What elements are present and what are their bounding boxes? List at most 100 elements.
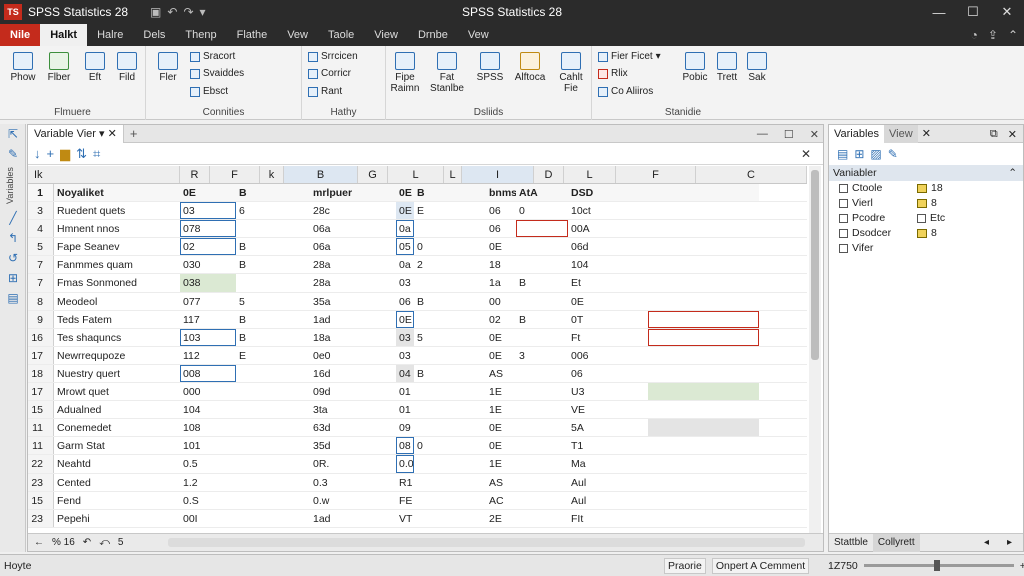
folder-icon[interactable]: ▆ [60,146,70,162]
grid-cell[interactable]: 2 [414,256,486,273]
hook-icon[interactable]: ↰ [0,228,26,248]
grid-cell[interactable]: VT [396,510,414,527]
grid-cell[interactable] [516,293,568,310]
grid-cell[interactable]: AS [486,474,516,491]
grid-cell[interactable]: Et [568,274,648,291]
grid-cell[interactable]: Mrowt quet [54,383,180,400]
grid-cell[interactable] [648,328,759,346]
grid-cell[interactable]: 1ad [310,510,396,527]
grid-cell[interactable]: FE [396,492,414,509]
col-header[interactable]: F [616,166,696,183]
grid-cell[interactable]: 0 [414,238,486,255]
checkbox-icon[interactable] [839,184,848,193]
grid-cell[interactable]: 5A [568,419,648,436]
tab-9[interactable]: Drnbe [408,24,458,46]
grid-cell[interactable]: T1 [568,437,648,454]
scroll-right-icon[interactable]: ▸ [1002,534,1017,552]
zoom-in-icon[interactable]: + [1020,560,1024,572]
customize-icon[interactable]: ▾ [200,5,206,19]
grid-cell[interactable]: 104 [180,401,236,418]
grid-cell[interactable]: 01 [396,383,414,400]
grid-cell[interactable]: 03 [396,328,414,346]
grid-cell[interactable] [236,492,310,509]
grid-cell[interactable] [414,401,486,418]
grid-cell[interactable]: 0.S [180,492,236,509]
grid-cell[interactable]: 6 [236,202,310,219]
grid-cell[interactable]: bnms [486,184,516,202]
fler-button[interactable]: Fler [152,52,184,83]
grid-cell[interactable] [236,419,310,436]
grid-cell[interactable] [414,455,486,472]
grid-cell[interactable] [516,329,568,346]
grid-cell[interactable] [516,256,568,273]
grid-cell[interactable]: Tes shaquncs [54,329,180,346]
arrow-down-icon[interactable]: ↓ [34,146,41,161]
grid-cell[interactable] [648,274,759,291]
grid-cell[interactable]: 35a [310,293,396,310]
grid-cell[interactable] [236,220,310,237]
grid-cell[interactable] [414,419,486,436]
grid-cell[interactable]: mrlpuer [310,184,396,202]
grid-cell[interactable] [516,383,568,400]
grid-cell[interactable] [516,492,568,509]
col-header[interactable]: k [260,166,284,183]
rant-button[interactable]: Rant [308,86,342,97]
fipe-raimn-button[interactable]: Fipe Raimn [388,52,422,94]
grid-cell[interactable]: Fape Seanev [54,238,180,255]
grid-cell[interactable]: 0T [568,311,648,328]
tab-5[interactable]: Flathe [227,24,278,46]
grid-cell[interactable]: B [414,365,486,382]
grid-cell[interactable]: Newrrequpoze [54,347,180,364]
grid-cell[interactable]: 000 [180,383,236,400]
grid-cell[interactable]: 108 [180,419,236,436]
tab-collyrett[interactable]: Collyrett [872,533,920,552]
grid-cell[interactable]: 0 [414,437,486,454]
pen-icon[interactable]: ✎ [0,144,26,164]
grid-cell[interactable]: 28a [310,256,396,273]
grid-cell[interactable]: 5 [414,329,486,346]
grid-cell[interactable]: 0.w [310,492,396,509]
grid-cell[interactable] [414,492,486,509]
grid-cell[interactable]: AC [486,492,516,509]
grid-cell[interactable]: 0a [396,256,414,273]
grid-cell[interactable]: 030 [180,256,236,273]
close-icon[interactable]: ✕ [108,128,117,140]
grid-cell[interactable]: 18 [486,256,516,273]
grid-cell[interactable] [516,220,568,238]
grid-cell[interactable] [648,492,759,509]
grid-cell[interactable]: 3ta [310,401,396,418]
col-header[interactable]: I [462,166,534,183]
scrollbar-thumb[interactable] [811,170,819,360]
grid-cell[interactable]: 09 [396,419,414,436]
grid-cell[interactable]: 04 [396,364,414,383]
crop-icon[interactable]: ⌗ [93,146,100,162]
grid-cell[interactable] [414,311,486,328]
add-icon[interactable]: + [47,146,55,161]
grid-cell[interactable]: B [236,329,310,346]
grid-cell[interactable] [648,437,759,454]
grid-icon[interactable]: ⊞ [854,147,864,161]
grid-cell[interactable]: B [236,238,310,255]
tab-variables[interactable]: Variables [829,124,885,143]
tab-3[interactable]: Dels [133,24,175,46]
grid-cell[interactable]: 0.0 [396,455,414,473]
grid-cell[interactable] [516,401,568,418]
grid-cell[interactable] [648,401,759,418]
grid-cell[interactable] [516,510,568,527]
close-button[interactable]: ✕ [990,0,1024,24]
col-header[interactable]: F [210,166,260,183]
screen-button[interactable]: Srrcicen [308,51,358,62]
tab-statable[interactable]: Stattble [829,534,873,552]
sak-button[interactable]: Sak [744,52,770,83]
sheet-nav-icon[interactable]: ⤺ [99,537,110,548]
minimize-button[interactable]: — [922,0,956,24]
status-button-2[interactable]: Onpert A Cemment [711,557,810,574]
grid-cell[interactable]: 0a [396,220,414,238]
tab-10[interactable]: Vew [458,24,499,46]
line-icon[interactable]: ╱ [0,208,26,228]
grid-cell[interactable] [648,510,759,527]
grid-cell[interactable]: 0E [486,437,516,454]
grid-cell[interactable]: AS [486,365,516,382]
grid-cell[interactable]: 03 [180,202,236,220]
grid-cell[interactable]: 08 [396,437,414,455]
